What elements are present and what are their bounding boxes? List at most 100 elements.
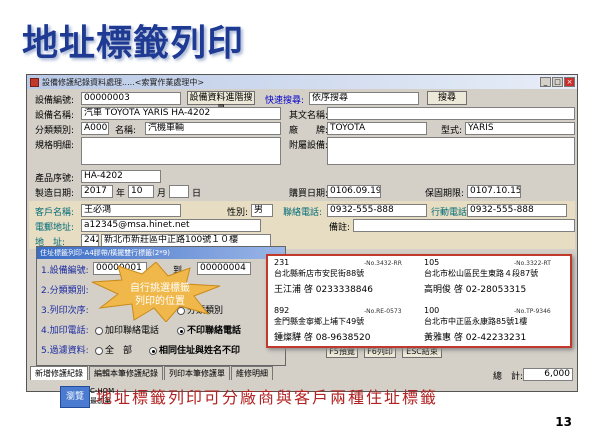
minimize-button[interactable]: _	[540, 77, 551, 87]
day-label: 日	[192, 189, 202, 199]
mfg-month-field[interactable]: 10	[128, 185, 154, 198]
category-code-field[interactable]: A0000	[81, 122, 109, 135]
label3-zip: 892	[274, 306, 290, 315]
maximize-button[interactable]: □	[552, 77, 563, 87]
other-name-field[interactable]	[327, 107, 575, 120]
label4-address: 台北市中正區永康路85號1樓	[424, 317, 528, 326]
label1-zip: 231	[274, 258, 290, 267]
window-titlebar: 設備修護紀錄資料處理.....<索實作業處理中>	[27, 75, 577, 89]
label4-zip: 100	[424, 306, 440, 315]
note-label: 備註:	[329, 223, 351, 233]
category-label: 分類類別:	[35, 126, 75, 136]
label2-name: 高明俊 啓 02-28053315	[424, 285, 527, 295]
tab-add-record[interactable]: 新增修護紀錄	[30, 366, 88, 380]
label3-name: 鍾燦驊 啓 08-9638520	[274, 333, 371, 343]
callout-text: 自行挑選標籤 列印的位置	[110, 282, 210, 308]
callout-line1: 自行挑選標籤	[130, 283, 190, 294]
dialog-title: 住址標籤列印-A4膠帶/橫擺雙行標籤(2*9)	[37, 247, 285, 259]
label2-zip: 105	[424, 258, 440, 267]
year-label: 年	[116, 189, 126, 199]
row5-label: 5.過濾資料:	[41, 346, 89, 356]
row4-option2[interactable]: 不印聯絡電話	[177, 323, 241, 336]
warranty-field[interactable]: 0107.10.15	[467, 185, 521, 198]
window-title: 設備修護紀錄資料處理.....<索實作業處理中>	[42, 77, 205, 87]
quick-search-label: 快速搜尋:	[265, 96, 305, 106]
total-label: 總 計:	[493, 372, 524, 382]
close-button[interactable]: ×	[564, 77, 575, 87]
note-field[interactable]	[353, 219, 575, 232]
model-field[interactable]: YARIS	[465, 122, 575, 135]
slide-title: 地址標籤列印	[22, 22, 245, 64]
label4-code: -No.TP-9346	[514, 308, 551, 315]
row4-option1[interactable]: 加印聯絡電話	[95, 323, 159, 336]
month-label: 月	[157, 189, 167, 199]
customer-label: 客戶名稱:	[35, 208, 75, 218]
label2-address: 台北市松山區民生東路４段87號	[424, 269, 539, 278]
row5-opt2-text: 相同住址與姓名不印	[159, 346, 241, 356]
row5-opt1-text: 全 部	[105, 346, 133, 356]
maker-field[interactable]: TOYOTA	[327, 122, 427, 135]
label3-address: 金門縣金寧鄉上埔下49號	[274, 317, 365, 326]
app-icon	[30, 77, 39, 87]
label1-code: -No.3432-RR	[364, 260, 402, 267]
row4-radio1[interactable]	[95, 326, 103, 335]
phone-label: 聯絡電話:	[283, 208, 323, 218]
equip-name-label: 設備名稱:	[35, 111, 75, 121]
label1-address: 台北縣新店市安民街88號	[274, 269, 365, 278]
accessory-label: 附屬設備:	[289, 141, 329, 151]
callout-line2: 列印的位置	[135, 296, 185, 307]
browse-button[interactable]: 瀏覽	[60, 386, 90, 408]
row3-label: 3.列印次序:	[41, 306, 89, 316]
page-number: 13	[555, 415, 572, 429]
search-button[interactable]: 搜尋	[427, 91, 467, 105]
row5-radio2[interactable]	[149, 346, 157, 355]
other-name-label: 其文名稱:	[289, 111, 329, 121]
advanced-search-button[interactable]: 設備資料進階搜尋	[187, 91, 255, 115]
total-field: 6,000	[523, 368, 573, 381]
gender-select[interactable]: 男	[251, 204, 273, 217]
row2-label: 2.分類類別:	[41, 286, 89, 296]
customer-field[interactable]: 王必鴻	[81, 204, 181, 217]
phone-field[interactable]: 0932-555-888	[327, 204, 427, 217]
bottom-tabs: 新增修護紀錄 編輯本筆修護紀錄 列印本筆修護單 維修明細	[30, 366, 273, 380]
warranty-label: 保固期限:	[425, 189, 465, 199]
spec-textarea[interactable]	[81, 137, 281, 165]
row4-label: 4.加印電話:	[41, 326, 89, 336]
tab-print-record[interactable]: 列印本筆修護單	[164, 366, 230, 380]
label4-name: 黃雅惠 啓 02-42233231	[424, 333, 527, 343]
quick-search-select[interactable]: 依序搜尋	[309, 92, 419, 105]
row4-opt2-text: 不印聯絡電話	[187, 326, 242, 336]
accessory-textarea[interactable]	[327, 137, 575, 165]
label-sheet-preview: 231 -No.3432-RR 台北縣新店市安民街88號 王江浦 啓 02333…	[266, 254, 572, 348]
gender-label: 性別:	[227, 208, 249, 218]
row1-label: 1.設備編號:	[41, 266, 89, 276]
equip-no-field[interactable]: 00000003	[81, 92, 181, 105]
name-field[interactable]: 汽機車輛	[145, 122, 281, 135]
maker-label: 廠 牌:	[289, 126, 329, 136]
name-label: 名稱:	[115, 126, 137, 136]
tab-repair-details[interactable]: 維修明細	[231, 366, 273, 380]
spec-label: 規格明細:	[35, 141, 75, 151]
mfg-day-field[interactable]	[169, 185, 189, 198]
serial-field[interactable]: HA-4202	[81, 170, 161, 183]
mfg-date-label: 製造日期:	[35, 189, 75, 199]
mobile-label: 行動電話:	[431, 208, 471, 218]
row5-option2[interactable]: 相同住址與姓名不印	[149, 343, 240, 356]
equip-name-field[interactable]: 汽車 TOYOTA YARIS HA-4202	[81, 107, 281, 120]
equip-no-label: 設備編號:	[35, 96, 75, 106]
mfg-year-field[interactable]: 2017	[81, 185, 113, 198]
email-field[interactable]: a12345@msa.hinet.net	[81, 219, 261, 232]
row4-radio2[interactable]	[177, 326, 185, 335]
buy-date-field[interactable]: 0106.09.19	[327, 185, 381, 198]
row5-option1[interactable]: 全 部	[95, 343, 132, 356]
label1-name: 王江浦 啓 0233338846	[274, 285, 373, 295]
mobile-field[interactable]: 0932-555-888	[467, 204, 567, 217]
label3-code: -No.RE-0573	[364, 308, 402, 315]
tab-edit-record[interactable]: 編輯本筆修護紀錄	[89, 366, 163, 380]
email-label: 電郵地址:	[35, 223, 75, 233]
slide-caption: 地址標籤列印可分廠商與客戶兩種住址標籤	[96, 388, 439, 407]
serial-label: 產品序號:	[35, 174, 75, 184]
model-label: 型式:	[441, 126, 463, 136]
row4-opt1-text: 加印聯絡電話	[105, 326, 160, 336]
row5-radio1[interactable]	[95, 346, 103, 355]
